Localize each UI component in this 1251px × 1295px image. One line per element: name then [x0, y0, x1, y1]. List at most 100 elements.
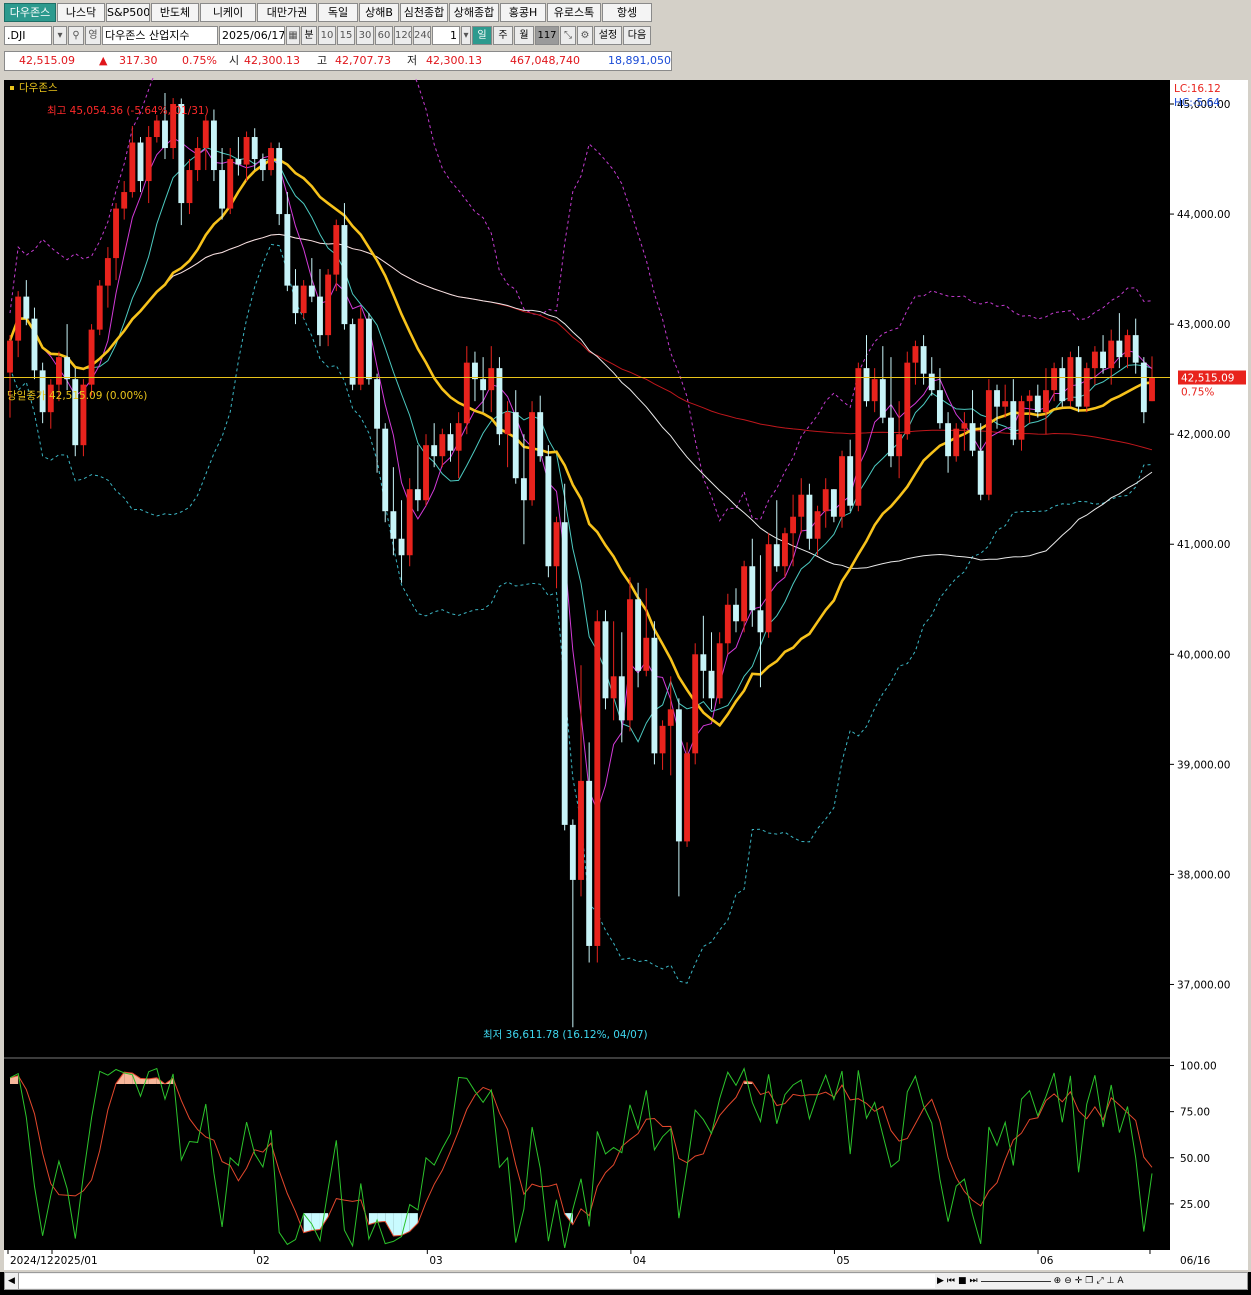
- candle-body: [439, 434, 446, 457]
- settings-button[interactable]: 설정: [594, 26, 622, 45]
- symbol-name: 다우존스 산업지수: [105, 29, 190, 42]
- tab-1[interactable]: 나스닥: [57, 3, 105, 22]
- candle-body: [822, 489, 829, 512]
- interval-120[interactable]: 120: [394, 26, 412, 45]
- symbol-dropdown-icon[interactable]: ▾: [53, 26, 67, 45]
- crosshair-icon[interactable]: ✛: [1075, 1273, 1083, 1289]
- pin-icon[interactable]: ⊥: [1107, 1273, 1115, 1289]
- candle-body: [292, 285, 299, 314]
- bar-count-field[interactable]: 117: [535, 26, 559, 45]
- chart-scrollbar[interactable]: ◀ ▶ ⏮ ■ ⏭ ⊕ ⊖ ✛ ❐ ⤢ ⊥ A: [4, 1272, 1248, 1290]
- tab-3[interactable]: 반도체: [151, 3, 199, 22]
- month-button[interactable]: 월: [514, 26, 534, 45]
- date-label: 05: [836, 1255, 849, 1267]
- price-tick-label: 40,000.00: [1177, 649, 1230, 661]
- day-button[interactable]: 일: [472, 26, 492, 45]
- candle-body: [1026, 395, 1033, 402]
- quote-open: 42,300.13: [244, 54, 300, 67]
- next-button[interactable]: 다음: [623, 26, 651, 45]
- rewind-icon[interactable]: ⏮: [947, 1273, 955, 1289]
- tab-5[interactable]: 대만가권: [257, 3, 317, 22]
- candle-body: [651, 637, 658, 754]
- tab-9[interactable]: 상해종합: [449, 3, 499, 22]
- interval-60[interactable]: 60: [375, 26, 393, 45]
- interval-30[interactable]: 30: [356, 26, 374, 45]
- candle-body: [259, 159, 266, 171]
- candle-body: [145, 137, 152, 182]
- candle-body: [113, 208, 119, 259]
- copy-icon[interactable]: ❐: [1085, 1273, 1093, 1289]
- zoom-out-icon[interactable]: ⊖: [1064, 1273, 1072, 1289]
- candle-body: [243, 137, 250, 165]
- count-value: 1: [450, 29, 457, 42]
- legend-label: 다우존스: [19, 82, 58, 94]
- oversold-fill: [393, 1213, 402, 1237]
- scroll-left-icon[interactable]: ◀: [5, 1273, 19, 1289]
- candle-body: [863, 368, 870, 402]
- tab-11[interactable]: 유로스톡: [547, 3, 601, 22]
- english-toggle-icon[interactable]: 영: [85, 26, 101, 45]
- tab-12[interactable]: 항셍: [602, 3, 652, 22]
- tab-0[interactable]: 다우존스: [4, 3, 56, 22]
- interval-15[interactable]: 15: [337, 26, 355, 45]
- candle-body: [341, 225, 348, 325]
- tab-6[interactable]: 독일: [318, 3, 358, 22]
- candle-body: [904, 362, 911, 435]
- week-button[interactable]: 주: [493, 26, 513, 45]
- candle-body: [1010, 401, 1017, 440]
- candle-body: [382, 428, 389, 512]
- candle-body: [1083, 368, 1090, 407]
- tab-8[interactable]: 심천종합: [400, 3, 448, 22]
- zoom-slider[interactable]: [980, 1273, 1051, 1282]
- candle-body: [757, 610, 764, 633]
- symbol-select[interactable]: .DJI: [4, 26, 52, 45]
- tab-4[interactable]: 니케이: [200, 3, 256, 22]
- count-spinner-icon[interactable]: ▾: [461, 26, 471, 45]
- gear-icon[interactable]: ⚙: [577, 26, 593, 45]
- candle-body: [308, 285, 315, 297]
- candle-body: [700, 654, 707, 671]
- symbol-name-field[interactable]: 다우존스 산업지수: [102, 26, 218, 45]
- candle-body: [488, 368, 495, 391]
- font-size-icon[interactable]: A: [1117, 1273, 1123, 1289]
- search-icon[interactable]: ⚲: [68, 26, 84, 45]
- interval-10[interactable]: 10: [318, 26, 336, 45]
- candle-body: [806, 494, 813, 539]
- interval-240[interactable]: 240: [413, 26, 431, 45]
- price-tick-label: 39,000.00: [1177, 759, 1230, 771]
- date-field[interactable]: 2025/06/17: [219, 26, 285, 45]
- count-field[interactable]: 1: [432, 26, 460, 45]
- date-label: 2025/01: [54, 1255, 98, 1267]
- zoom-in-icon[interactable]: ⊕: [1054, 1273, 1062, 1289]
- cross-arrows-icon[interactable]: ⤡: [560, 26, 576, 45]
- stop-icon[interactable]: ■: [958, 1273, 967, 1289]
- quote-volume: 467,048,740: [510, 54, 580, 67]
- candle-body: [1067, 357, 1074, 402]
- date-label: 06: [1040, 1255, 1054, 1267]
- candle-body: [504, 412, 511, 435]
- tab-7[interactable]: 상해B: [359, 3, 399, 22]
- quote-bar: 42,515.09 ▲ 317.30 0.75% 시 42,300.13 고 4…: [4, 51, 672, 71]
- candle-body: [814, 511, 821, 539]
- candle-body: [414, 489, 421, 501]
- tab-2[interactable]: S&P500: [106, 3, 150, 22]
- candle-body: [1132, 335, 1139, 363]
- tab-10[interactable]: 홍콩H: [500, 3, 546, 22]
- candle-body: [545, 456, 552, 567]
- candle-body: [1002, 401, 1009, 407]
- candle-body: [765, 544, 772, 633]
- calendar-icon[interactable]: ▦: [286, 26, 300, 45]
- scroll-right-icon[interactable]: ▶: [937, 1273, 944, 1289]
- price-chart[interactable]: 45,000.0044,000.0043,000.0042,000.0041,0…: [0, 78, 1251, 1272]
- fast-forward-icon[interactable]: ⏭: [970, 1273, 978, 1289]
- expand-icon[interactable]: ⤢: [1096, 1273, 1103, 1289]
- open-label: 시: [229, 54, 240, 67]
- date-label: 03: [429, 1255, 442, 1267]
- minute-button[interactable]: 분: [301, 26, 317, 45]
- index-tabs: 다우존스 나스닥 S&P500 반도체 니케이 대만가권 독일 상해B 심천종합 상해종합 홍콩H 유…: [4, 3, 652, 22]
- candle-body: [692, 654, 699, 754]
- candle-body: [1034, 395, 1041, 413]
- candle-body: [398, 538, 405, 556]
- candle-body: [928, 373, 935, 391]
- scroll-thumb[interactable]: [19, 1274, 935, 1288]
